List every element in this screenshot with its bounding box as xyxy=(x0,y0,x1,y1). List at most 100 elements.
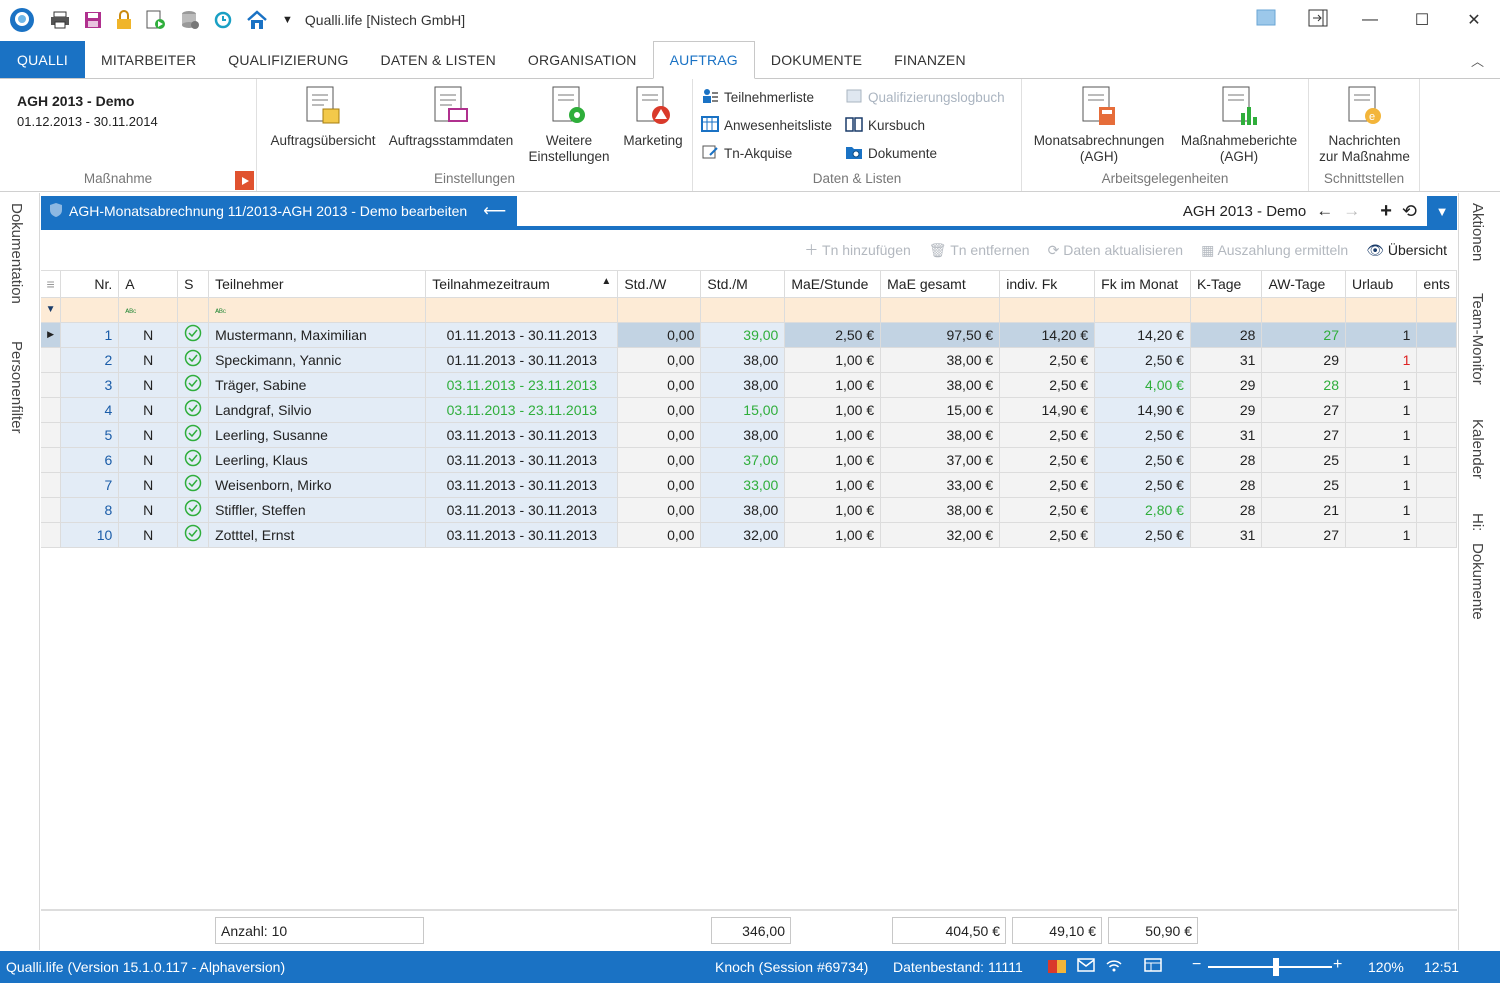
back-arrow-icon[interactable]: ⟵ xyxy=(483,201,506,221)
cell-mae-gesamt[interactable]: 33,00 € xyxy=(880,472,1001,498)
cell-zeitraum[interactable]: 03.11.2013 - 30.11.2013 xyxy=(425,472,619,498)
zoom-out-icon[interactable]: − xyxy=(1192,956,1201,974)
cell-aw-tage[interactable]: 27 xyxy=(1261,422,1346,448)
database-icon[interactable] xyxy=(180,10,200,30)
monatsabrechnungen-button[interactable]: Monatsabrechnungen (AGH) xyxy=(1026,85,1172,165)
cell-ents[interactable] xyxy=(1416,497,1457,523)
status-check-icon[interactable] xyxy=(177,522,210,548)
cell-a[interactable]: N xyxy=(118,422,179,448)
auszahlung-ermitteln-button[interactable]: ▦ Auszahlung ermitteln xyxy=(1201,242,1348,259)
teilnehmerliste-button[interactable]: Teilnehmerliste xyxy=(701,87,814,108)
lock-icon[interactable] xyxy=(116,10,132,30)
pin-window-icon[interactable] xyxy=(1292,9,1344,32)
qualifizierungslogbuch-button[interactable]: Qualifizierungslogbuch xyxy=(845,87,1005,108)
side-tab-team-monitor[interactable]: Team-Monitor xyxy=(1469,293,1486,385)
cell-std-m[interactable]: 38,00 xyxy=(700,372,786,398)
cell-a[interactable]: N xyxy=(118,522,179,548)
side-tab-kalender[interactable]: Kalender xyxy=(1469,419,1486,479)
daten-aktualisieren-button[interactable]: ⟳ Daten aktualisieren xyxy=(1048,242,1183,259)
cell-fk-monat[interactable]: 2,50 € xyxy=(1094,422,1191,448)
reload-icon[interactable]: ⟲ xyxy=(1402,201,1417,222)
cell-ents[interactable] xyxy=(1416,397,1457,423)
cell-fk-monat[interactable]: 14,90 € xyxy=(1094,397,1191,423)
cell-a[interactable]: N xyxy=(118,472,179,498)
weitere-einstellungen-button[interactable]: Weitere Einstellungen xyxy=(521,85,617,165)
cell-zeitraum[interactable]: 01.11.2013 - 30.11.2013 xyxy=(425,322,619,348)
tab-dokumente[interactable]: DOKUMENTE xyxy=(755,41,878,78)
app-logo-icon[interactable] xyxy=(8,6,36,34)
filter-teilnehmer[interactable]: ᴬᴮᶜ xyxy=(208,297,427,323)
minimize-button[interactable]: — xyxy=(1344,11,1396,29)
cell-std-m[interactable]: 32,00 xyxy=(700,522,786,548)
cell-a[interactable]: N xyxy=(118,347,179,373)
cell-mae-stunde[interactable]: 1,00 € xyxy=(784,522,882,548)
status-check-icon[interactable] xyxy=(177,322,210,348)
cell-fk-monat[interactable]: 14,20 € xyxy=(1094,322,1191,348)
cell-zeitraum[interactable]: 03.11.2013 - 23.11.2013 xyxy=(425,397,619,423)
cell-ents[interactable] xyxy=(1416,372,1457,398)
cell-std-m[interactable]: 38,00 xyxy=(700,422,786,448)
uebersicht-button[interactable]: 👁 Übersicht xyxy=(1366,242,1447,259)
mail-icon[interactable] xyxy=(1077,957,1095,976)
cell-std-m[interactable]: 38,00 xyxy=(700,347,786,373)
cell-aw-tage[interactable]: 28 xyxy=(1261,372,1346,398)
cell-nr[interactable]: 8 xyxy=(60,497,120,523)
side-tab-dokumente[interactable]: Dokumente xyxy=(1469,543,1486,620)
save-icon[interactable] xyxy=(84,11,102,29)
cell-std-w[interactable]: 0,00 xyxy=(617,372,702,398)
nachrichten-button[interactable]: e Nachrichten zur Maßnahme xyxy=(1311,85,1418,165)
tab-auftrag[interactable]: AUFTRAG xyxy=(652,41,755,79)
col-header-k-tage[interactable]: K-Tage xyxy=(1190,271,1263,298)
table-row[interactable]: 10 N Zotttel, Ernst 03.11.2013 - 30.11.2013… xyxy=(41,522,1457,548)
cell-urlaub[interactable]: 1 xyxy=(1345,397,1418,423)
cell-std-m[interactable]: 37,00 xyxy=(700,447,786,473)
cell-aw-tage[interactable]: 27 xyxy=(1261,397,1346,423)
cell-teilnehmer[interactable]: Leerling, Klaus xyxy=(208,447,427,473)
row-selector-header[interactable]: ≡ xyxy=(41,271,62,298)
table-row[interactable]: 4 N Landgraf, Silvio 03.11.2013 - 23.11.201… xyxy=(41,397,1457,423)
cell-std-w[interactable]: 0,00 xyxy=(617,422,702,448)
kursbuch-button[interactable]: Kursbuch xyxy=(845,115,925,136)
status-check-icon[interactable] xyxy=(177,372,210,398)
marketing-button[interactable]: Marketing xyxy=(617,85,689,149)
cell-indiv-fk[interactable]: 2,50 € xyxy=(999,422,1096,448)
cell-std-m[interactable]: 39,00 xyxy=(700,322,786,348)
side-tab-personenfilter[interactable]: Personenfilter xyxy=(8,341,25,434)
cell-a[interactable]: N xyxy=(118,397,179,423)
table-row[interactable]: 5 N Leerling, Susanne 03.11.2013 - 30.11.20… xyxy=(41,422,1457,448)
cell-mae-stunde[interactable]: 1,00 € xyxy=(784,397,882,423)
cell-indiv-fk[interactable]: 14,90 € xyxy=(999,397,1096,423)
cell-mae-stunde[interactable]: 1,00 € xyxy=(784,372,882,398)
cell-nr[interactable]: 6 xyxy=(60,447,120,473)
cell-aw-tage[interactable]: 21 xyxy=(1261,497,1346,523)
tab-daten-listen[interactable]: DATEN & LISTEN xyxy=(365,41,512,78)
cell-urlaub[interactable]: 1 xyxy=(1345,522,1418,548)
cell-urlaub[interactable]: 1 xyxy=(1345,422,1418,448)
col-header-mae-stunde[interactable]: MaE/Stunde xyxy=(784,271,882,298)
tab-finanzen[interactable]: FINANZEN xyxy=(878,41,982,78)
document-tab[interactable]: AGH-Monatsabrechnung 11/2013-AGH 2013 - … xyxy=(41,196,517,226)
col-header-std-m[interactable]: Std./M xyxy=(700,271,786,298)
cell-zeitraum[interactable]: 03.11.2013 - 30.11.2013 xyxy=(425,422,619,448)
cell-k-tage[interactable]: 31 xyxy=(1190,422,1263,448)
cell-urlaub[interactable]: 1 xyxy=(1345,447,1418,473)
massnahme-launcher-icon[interactable] xyxy=(235,171,254,190)
col-header-a[interactable]: A xyxy=(118,271,179,298)
cell-ents[interactable] xyxy=(1416,422,1457,448)
cell-k-tage[interactable]: 29 xyxy=(1190,397,1263,423)
cell-k-tage[interactable]: 28 xyxy=(1190,472,1263,498)
cell-aw-tage[interactable]: 25 xyxy=(1261,447,1346,473)
cell-std-m[interactable]: 38,00 xyxy=(700,497,786,523)
cell-mae-gesamt[interactable]: 97,50 € xyxy=(880,322,1001,348)
row-selector[interactable]: ▶ xyxy=(41,322,62,348)
status-check-icon[interactable] xyxy=(177,422,210,448)
cell-mae-gesamt[interactable]: 15,00 € xyxy=(880,397,1001,423)
cell-std-w[interactable]: 0,00 xyxy=(617,322,702,348)
cell-fk-monat[interactable]: 4,00 € xyxy=(1094,372,1191,398)
cell-teilnehmer[interactable]: Mustermann, Maximilian xyxy=(208,322,427,348)
refresh-icon[interactable] xyxy=(214,11,232,29)
cell-std-w[interactable]: 0,00 xyxy=(617,522,702,548)
cell-aw-tage[interactable]: 27 xyxy=(1261,522,1346,548)
row-selector[interactable] xyxy=(41,397,62,423)
cell-std-w[interactable]: 0,00 xyxy=(617,472,702,498)
